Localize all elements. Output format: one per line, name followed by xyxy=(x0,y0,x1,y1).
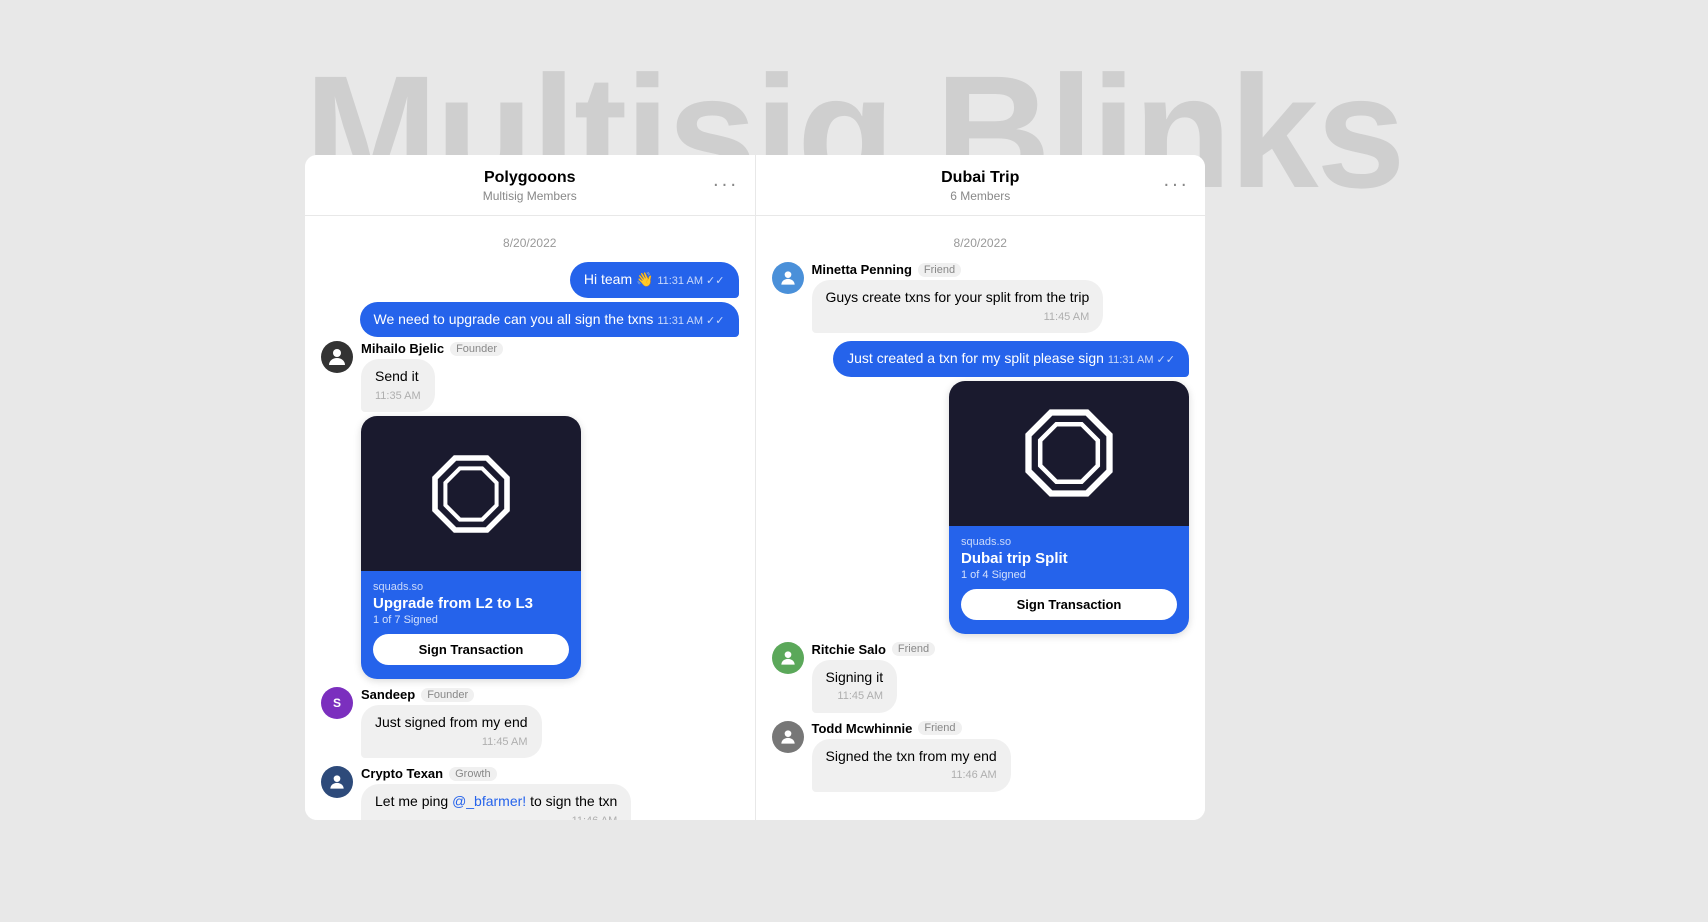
left-panel-menu-button[interactable]: ··· xyxy=(713,174,739,197)
blink-title: Dubai trip Split xyxy=(961,550,1177,567)
sender-info: Sandeep Founder xyxy=(361,687,681,702)
sender-info: Ritchie Salo Friend xyxy=(812,642,1132,657)
message-row: Minetta Penning Friend Guys create txns … xyxy=(772,262,1190,333)
message-content: Todd Mcwhinnie Friend Signed the txn fro… xyxy=(812,721,1132,792)
right-panel-title: Dubai Trip xyxy=(772,169,1190,187)
sign-transaction-button[interactable]: Sign Transaction xyxy=(961,589,1177,620)
message-bubble: Signing it 11:45 AM xyxy=(812,660,898,713)
blink-source: squads.so xyxy=(961,536,1177,548)
sender-role: Friend xyxy=(918,263,961,277)
mention-link[interactable]: @_bfarmer! xyxy=(452,793,526,809)
left-date-divider: 8/20/2022 xyxy=(321,236,739,250)
left-chat-panel: Polygooons Multisig Members ··· 8/20/202… xyxy=(305,155,756,820)
message-row: Todd Mcwhinnie Friend Signed the txn fro… xyxy=(772,721,1190,792)
message-row: Hi team 👋 11:31 AM ✓✓ xyxy=(321,262,739,298)
message-text: Guys create txns for your split from the… xyxy=(826,289,1090,305)
blink-info: squads.so Dubai trip Split 1 of 4 Signed… xyxy=(949,526,1189,634)
sender-name: Crypto Texan xyxy=(361,766,443,781)
message-content: Mihailo Bjelic Founder Send it 11:35 AM xyxy=(361,341,681,679)
message-text: Just created a txn for my split please s… xyxy=(847,350,1104,366)
message-time: 11:45 AM xyxy=(375,735,528,750)
message-time: 11:31 AM ✓✓ xyxy=(657,315,724,327)
avatar xyxy=(772,721,804,753)
avatar xyxy=(772,642,804,674)
left-chat-body: 8/20/2022 Hi team 👋 11:31 AM ✓✓ We need … xyxy=(305,216,755,820)
message-time: 11:45 AM xyxy=(826,689,884,704)
right-chat-panel: Dubai Trip 6 Members ··· 8/20/2022 Minet… xyxy=(756,155,1206,820)
message-bubble: Guys create txns for your split from the… xyxy=(812,280,1104,333)
message-bubble: We need to upgrade can you all sign the … xyxy=(360,302,739,338)
message-row: Just created a txn for my split please s… xyxy=(772,341,1190,634)
sender-name: Todd Mcwhinnie xyxy=(812,721,913,736)
sender-info: Minetta Penning Friend xyxy=(812,262,1132,277)
blink-meta: 1 of 4 Signed xyxy=(961,569,1177,581)
message-text: Hi team 👋 xyxy=(584,271,654,287)
sender-name: Minetta Penning xyxy=(812,262,912,277)
message-bubble: Hi team 👋 11:31 AM ✓✓ xyxy=(570,262,739,298)
message-time: 11:31 AM ✓✓ xyxy=(1108,354,1175,366)
right-panel-subtitle: 6 Members xyxy=(772,189,1190,203)
message-text-prefix: Let me ping xyxy=(375,793,452,809)
blink-source: squads.so xyxy=(373,581,569,593)
left-panel-title: Polygooons xyxy=(321,169,739,187)
message-text-suffix: to sign the txn xyxy=(526,793,617,809)
sender-role: Founder xyxy=(421,688,474,702)
sender-role: Growth xyxy=(449,767,496,781)
message-text: Send it xyxy=(375,368,419,384)
avatar xyxy=(772,262,804,294)
message-time: 11:46 AM xyxy=(375,814,617,820)
right-date-divider: 8/20/2022 xyxy=(772,236,1190,250)
sender-info: Mihailo Bjelic Founder xyxy=(361,341,681,356)
message-row: S Sandeep Founder Just signed from my en… xyxy=(321,687,739,758)
message-content: Minetta Penning Friend Guys create txns … xyxy=(812,262,1132,333)
message-time: 11:31 AM ✓✓ xyxy=(657,275,724,287)
message-bubble: Just created a txn for my split please s… xyxy=(833,341,1189,377)
blink-title: Upgrade from L2 to L3 xyxy=(373,595,569,612)
message-text: Just signed from my end xyxy=(375,714,528,730)
blink-info: squads.so Upgrade from L2 to L3 1 of 7 S… xyxy=(361,571,581,679)
sender-name: Sandeep xyxy=(361,687,415,702)
avatar: S xyxy=(321,687,353,719)
message-content: Crypto Texan Growth Let me ping @_bfarme… xyxy=(361,766,681,820)
sign-transaction-button[interactable]: Sign Transaction xyxy=(373,634,569,665)
right-panel-menu-button[interactable]: ··· xyxy=(1163,174,1189,197)
message-content: Sandeep Founder Just signed from my end … xyxy=(361,687,681,758)
left-panel-header: Polygooons Multisig Members ··· xyxy=(305,155,755,216)
message-row: Mihailo Bjelic Founder Send it 11:35 AM xyxy=(321,341,739,679)
squads-logo-icon xyxy=(1024,408,1114,498)
blink-card: squads.so Upgrade from L2 to L3 1 of 7 S… xyxy=(361,416,581,679)
blink-meta: 1 of 7 Signed xyxy=(373,614,569,626)
chat-panels-container: Polygooons Multisig Members ··· 8/20/202… xyxy=(305,155,1205,820)
sender-role: Friend xyxy=(892,642,935,656)
blink-card: squads.so Dubai trip Split 1 of 4 Signed… xyxy=(949,381,1189,634)
blink-image xyxy=(361,416,581,571)
message-time: 11:46 AM xyxy=(826,768,997,783)
sender-info: Todd Mcwhinnie Friend xyxy=(812,721,1132,736)
message-text: Signing it xyxy=(826,669,884,685)
squads-logo-icon xyxy=(431,454,511,534)
message-row: Ritchie Salo Friend Signing it 11:45 AM xyxy=(772,642,1190,713)
message-bubble: Let me ping @_bfarmer! to sign the txn 1… xyxy=(361,784,631,820)
message-row: We need to upgrade can you all sign the … xyxy=(321,302,739,338)
avatar xyxy=(321,766,353,798)
left-panel-subtitle: Multisig Members xyxy=(321,189,739,203)
message-bubble: Just signed from my end 11:45 AM xyxy=(361,705,542,758)
avatar xyxy=(321,341,353,373)
sender-role: Friend xyxy=(918,721,961,735)
message-time: 11:35 AM xyxy=(375,389,421,404)
message-content: Ritchie Salo Friend Signing it 11:45 AM xyxy=(812,642,1132,713)
sender-role: Founder xyxy=(450,342,503,356)
message-bubble: Send it 11:35 AM xyxy=(361,359,435,412)
blink-image xyxy=(949,381,1189,526)
sender-info: Crypto Texan Growth xyxy=(361,766,681,781)
sender-name: Ritchie Salo xyxy=(812,642,886,657)
right-chat-body: 8/20/2022 Minetta Penning Friend Guys cr… xyxy=(756,216,1206,820)
message-text: We need to upgrade can you all sign the … xyxy=(374,311,654,327)
message-text: Signed the txn from my end xyxy=(826,748,997,764)
message-bubble: Signed the txn from my end 11:46 AM xyxy=(812,739,1011,792)
message-row: Crypto Texan Growth Let me ping @_bfarme… xyxy=(321,766,739,820)
right-panel-header: Dubai Trip 6 Members ··· xyxy=(756,155,1206,216)
message-time: 11:45 AM xyxy=(826,310,1090,325)
sender-name: Mihailo Bjelic xyxy=(361,341,444,356)
